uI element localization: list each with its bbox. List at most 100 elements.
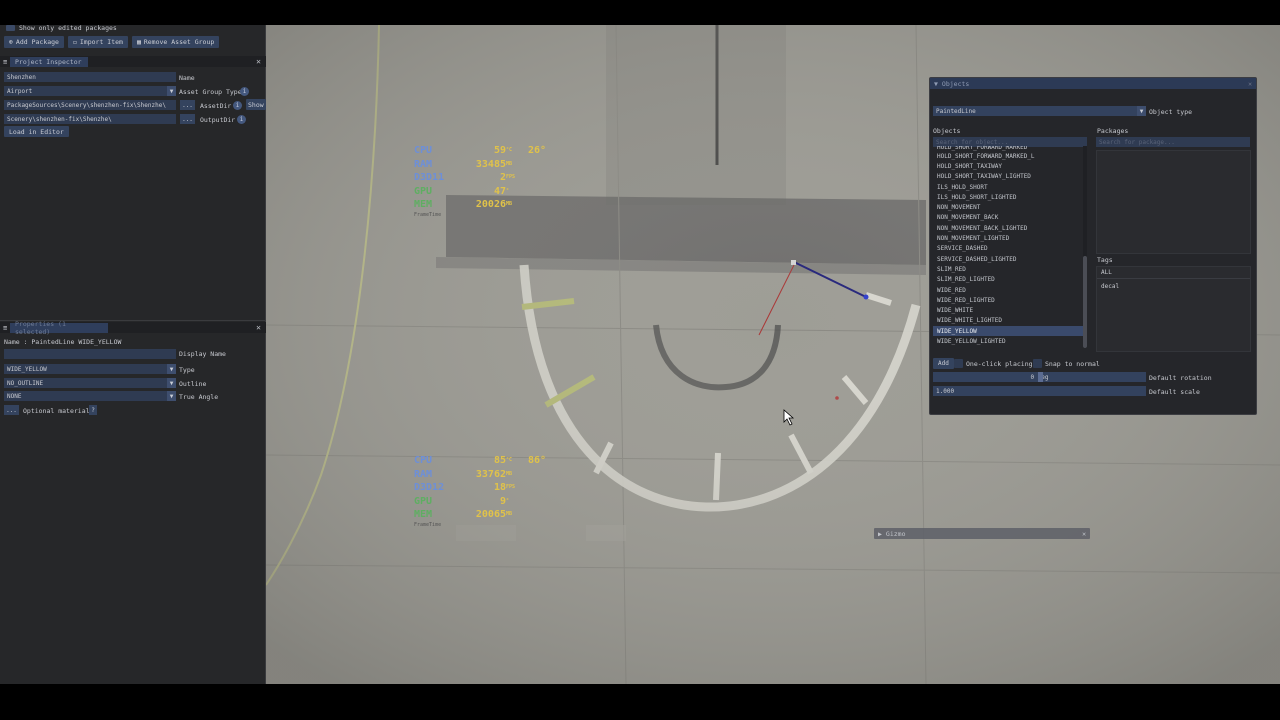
slider-grab[interactable] [1038, 372, 1043, 382]
browse-asset-dir-button[interactable]: ... [180, 100, 195, 110]
hud-frametime-label: FrameTime [414, 211, 442, 218]
info-icon[interactable]: i [240, 87, 249, 96]
menu-icon[interactable]: ≡ [3, 324, 7, 332]
info-icon[interactable]: i [233, 101, 242, 110]
hud-row: CPU 59°C 26° [414, 144, 546, 158]
search-packages-input[interactable]: Search for package... [1096, 137, 1250, 147]
remove-asset-group-button[interactable]: ▦ Remove Asset Group [131, 36, 220, 48]
one-click-checkbox[interactable] [954, 359, 963, 368]
hud-value: 20026 [475, 199, 506, 210]
chevron-down-icon[interactable]: ▼ [167, 391, 176, 401]
object-list-item[interactable]: SERVICE_DASHED_LIGHTED [933, 254, 1085, 264]
show-only-edited-row[interactable]: Show only edited packages [6, 24, 117, 32]
hud-value: 85 [493, 455, 506, 466]
tab-project-inspector[interactable]: Project Inspector [10, 56, 88, 67]
close-icon[interactable]: ✕ [256, 57, 261, 66]
add-package-button[interactable]: ⊕ Add Package [4, 36, 64, 48]
show-only-edited-checkbox[interactable] [6, 25, 15, 31]
objects-window-titlebar[interactable]: ▼ Objects ✕ [930, 78, 1256, 89]
default-rotation-label: Default rotation [1149, 374, 1212, 382]
hud-row: MEM 20026MB [414, 198, 546, 212]
default-scale-field[interactable]: 1.000 [933, 386, 1146, 396]
object-list-item[interactable]: WIDE_YELLOW [933, 326, 1085, 337]
object-type-select[interactable]: PaintedLine ▼ [933, 106, 1146, 116]
chevron-down-icon[interactable]: ▼ [1137, 106, 1146, 116]
chevron-down-icon[interactable]: ▼ [167, 364, 176, 374]
collapse-icon[interactable]: ▼ [934, 80, 938, 88]
object-list-item[interactable]: WIDE_RED_LIGHTED [933, 295, 1085, 305]
hud-value: 2 [499, 172, 506, 183]
object-list-item[interactable]: SLIM_RED_LIGHTED [933, 275, 1085, 285]
hud-unit: MB [506, 470, 513, 477]
true-angle-select[interactable]: NONE ▼ [4, 391, 176, 401]
asset-group-type-select[interactable]: Airport ▼ [4, 86, 176, 96]
hud-row: GPU 9° [414, 495, 546, 509]
object-list-item[interactable]: WIDE_YELLOW_LIGHTED [933, 336, 1085, 346]
hud-unit: MB [506, 511, 513, 517]
hud-row: RAM 33762MB [414, 468, 546, 482]
type-select[interactable]: WIDE_YELLOW ▼ [4, 364, 176, 374]
load-in-editor-button[interactable]: Load in Editor [4, 126, 69, 137]
hud-value: 33762 [475, 468, 506, 480]
asset-dir-field[interactable]: PackageSources\Scenery\shenzhen-fix\Shen… [4, 100, 176, 110]
hud-value: 33485 [475, 158, 506, 170]
close-icon[interactable]: ✕ [256, 323, 261, 332]
outline-label: Outline [179, 380, 207, 388]
add-button[interactable]: Add [933, 358, 954, 369]
hud-value: 9 [499, 495, 506, 507]
object-list-item[interactable]: NON_MOVEMENT [933, 202, 1085, 212]
object-list-item[interactable]: HOLD_SHORT_TAXIWAY_LIGHTED [933, 172, 1085, 182]
output-dir-field[interactable]: Scenery\shenzhen-fix\Shenzhe\ [4, 114, 176, 124]
default-rotation-slider[interactable]: 0 deg [933, 372, 1146, 382]
play-icon[interactable]: ▶ [878, 530, 882, 538]
tags-list[interactable]: ALL decal [1096, 266, 1251, 352]
object-list-item[interactable]: SLIM_RED [933, 264, 1085, 274]
show-button[interactable]: Show [246, 99, 266, 110]
material-help-button[interactable]: ? [89, 405, 97, 415]
objects-window: ▼ Objects ✕ PaintedLine ▼ Object type Ob… [929, 77, 1257, 415]
objects-list[interactable]: HOLD_SHORT_FORWARD_MARKED HOLD_SHORT_FORW… [933, 146, 1085, 348]
objects-scrollbar[interactable] [1083, 146, 1087, 348]
object-list-item[interactable]: ILS_HOLD_SHORT [933, 182, 1085, 192]
close-icon[interactable]: ✕ [1248, 80, 1252, 88]
screen: CPU 59°C 26° RAM 33485MB D3D11 2FPS GPU 47° MEM 20… [0, 0, 1280, 720]
tag-item[interactable]: decal [1097, 279, 1250, 293]
close-icon[interactable]: ✕ [1082, 530, 1086, 538]
hud-unit: FPS [506, 484, 516, 490]
packages-list[interactable] [1096, 150, 1251, 254]
scrollbar-thumb[interactable] [1083, 256, 1087, 348]
display-name-field[interactable] [4, 349, 176, 359]
object-list-item[interactable]: WIDE_RED [933, 285, 1085, 295]
tag-item[interactable]: ALL [1097, 267, 1250, 279]
chevron-down-icon[interactable]: ▼ [167, 378, 176, 388]
object-list-item[interactable]: NON_MOVEMENT_BACK_LIGHTED [933, 223, 1085, 233]
object-list-item[interactable]: ILS_HOLD_SHORT_LIGHTED [933, 192, 1085, 202]
hud-key: GPU [414, 495, 433, 507]
object-list-item[interactable]: NON_MOVEMENT_BACK [933, 213, 1085, 223]
menu-icon[interactable]: ≡ [3, 58, 7, 66]
gizmo-toolbar[interactable]: ▶ Gizmo ✕ [874, 528, 1090, 539]
browse-output-dir-button[interactable]: ... [180, 114, 195, 124]
asset-dir-label: AssetDir [200, 102, 232, 110]
snap-to-normal-checkbox[interactable] [1033, 359, 1042, 368]
object-list-item[interactable]: NON_MOVEMENT_LIGHTED [933, 233, 1085, 243]
tab-properties[interactable]: Properties (1 selected) [10, 320, 108, 336]
hud-key: MEM [414, 199, 433, 210]
hud-value: 18 [493, 482, 506, 493]
properties-header: ≡ Properties (1 selected) ✕ [0, 320, 266, 336]
import-item-button[interactable]: ▭ Import Item [67, 36, 128, 48]
object-list-item[interactable]: SERVICE_DASHED [933, 244, 1085, 254]
chevron-down-icon[interactable]: ▼ [167, 86, 176, 96]
objects-label: Objects [933, 127, 961, 135]
object-list-item[interactable]: WIDE_WHITE [933, 305, 1085, 315]
outline-select[interactable]: NO_OUTLINE ▼ [4, 378, 176, 388]
object-list-item[interactable]: HOLD_SHORT_TAXIWAY [933, 161, 1085, 171]
hud-key: RAM [414, 158, 433, 170]
info-icon[interactable]: i [237, 115, 246, 124]
object-list-item[interactable]: HOLD_SHORT_FORWARD_MARKED_L [933, 151, 1085, 161]
object-list-item[interactable]: WIDE_WHITE_LIGHTED [933, 316, 1085, 326]
hud-unit: MB [506, 201, 513, 207]
hud-key: CPU [414, 455, 433, 466]
browse-material-button[interactable]: ... [4, 405, 19, 415]
name-field[interactable]: Shenzhen [4, 72, 176, 82]
